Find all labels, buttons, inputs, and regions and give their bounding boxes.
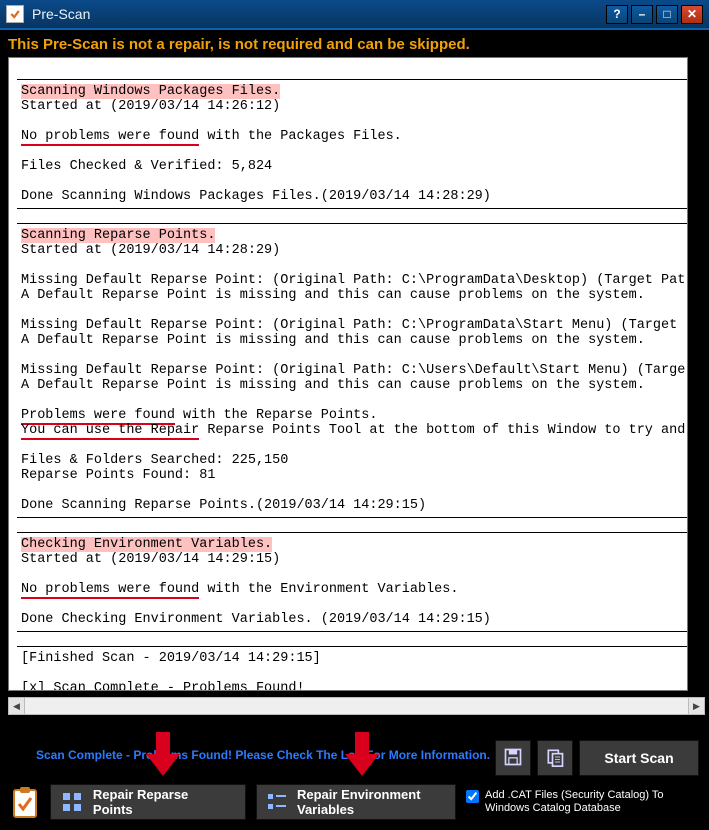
log-line: Missing Default Reparse Point: (Original… [21, 318, 685, 333]
log-line: Reparse Points Tool at the bottom of thi… [199, 423, 685, 438]
section-reparse: Scanning Reparse Points. Started at (201… [17, 223, 688, 518]
log-line: Done Checking Environment Variables. (20… [21, 612, 491, 627]
add-cat-checkbox[interactable] [466, 790, 479, 803]
log-line: Started at (2019/03/14 14:29:15) [21, 552, 280, 567]
log-line-underlined: No problems were found [21, 129, 199, 146]
minimize-button[interactable]: – [631, 5, 653, 24]
list-icon [267, 791, 287, 813]
log-line: Files & Folders Searched: 225,150 [21, 453, 288, 468]
copy-log-button[interactable] [537, 740, 573, 776]
button-label: Repair Reparse Points [93, 787, 231, 817]
status-text: Scan Complete - Problems Found! Please C… [36, 748, 490, 762]
scroll-track[interactable] [25, 697, 688, 715]
log-line: A Default Reparse Point is missing and t… [21, 333, 645, 348]
log-line: Files Checked & Verified: 5,824 [21, 159, 272, 174]
floppy-icon [503, 747, 523, 770]
app-icon [6, 5, 24, 23]
titlebar: Pre-Scan ? – □ ✕ [0, 0, 709, 30]
section-finish: [Finished Scan - 2019/03/14 14:29:15] [x… [17, 646, 688, 691]
log-content: Scanning Windows Packages Files. Started… [9, 58, 687, 691]
log-line: with the Packages Files. [199, 129, 402, 144]
scroll-right-icon[interactable]: ▶ [688, 697, 705, 715]
log-line: Started at (2019/03/14 14:28:29) [21, 243, 280, 258]
clipboard-icon [10, 784, 40, 820]
scroll-left-icon[interactable]: ◀ [8, 697, 25, 715]
section-heading: Checking Environment Variables. [21, 537, 272, 552]
banner-text: This Pre-Scan is not a repair, is not re… [8, 36, 470, 53]
window-title: Pre-Scan [32, 6, 606, 22]
log-line: Done Scanning Windows Packages Files.(20… [21, 189, 491, 204]
help-button[interactable]: ? [606, 5, 628, 24]
banner: This Pre-Scan is not a repair, is not re… [0, 30, 709, 57]
log-line: [Finished Scan - 2019/03/14 14:29:15] [21, 651, 321, 666]
save-log-button[interactable] [495, 740, 531, 776]
section-heading: Scanning Windows Packages Files. [21, 84, 280, 99]
log-line: Done Scanning Reparse Points.(2019/03/14… [21, 498, 426, 513]
log-line: with the Environment Variables. [199, 582, 458, 597]
checkbox-label: Add .CAT Files (Security Catalog) To Win… [485, 789, 676, 815]
grid-icon [61, 791, 83, 813]
section-heading: Scanning Reparse Points. [21, 228, 215, 243]
add-cat-checkbox-row[interactable]: Add .CAT Files (Security Catalog) To Win… [466, 789, 676, 815]
close-button[interactable]: ✕ [681, 5, 703, 24]
log-line: [x] Scan Complete - Problems Found! [21, 681, 305, 691]
log-line: Missing Default Reparse Point: (Original… [21, 363, 685, 378]
log-line: Missing Default Reparse Point: (Original… [21, 273, 685, 288]
section-packages: Scanning Windows Packages Files. Started… [17, 79, 688, 209]
maximize-button[interactable]: □ [656, 5, 678, 24]
repair-env-button[interactable]: Repair Environment Variables [256, 784, 456, 820]
log-viewport[interactable]: Scanning Windows Packages Files. Started… [8, 57, 688, 691]
copy-icon [545, 747, 565, 770]
start-scan-button[interactable]: Start Scan [579, 740, 699, 776]
horizontal-scrollbar[interactable]: ◀ ▶ [8, 697, 705, 715]
log-line: Started at (2019/03/14 14:26:12) [21, 99, 280, 114]
log-line-underlined: You can use the Repair [21, 423, 199, 440]
log-line: A Default Reparse Point is missing and t… [21, 378, 645, 393]
log-line: with the Reparse Points. [175, 408, 378, 423]
bottom-panel: Scan Complete - Problems Found! Please C… [0, 734, 709, 830]
section-env: Checking Environment Variables. Started … [17, 532, 688, 632]
log-line: A Default Reparse Point is missing and t… [21, 288, 645, 303]
log-line-underlined: No problems were found [21, 582, 199, 599]
button-label: Repair Environment Variables [297, 787, 441, 817]
log-line: Reparse Points Found: 81 [21, 468, 215, 483]
repair-reparse-button[interactable]: Repair Reparse Points [50, 784, 246, 820]
